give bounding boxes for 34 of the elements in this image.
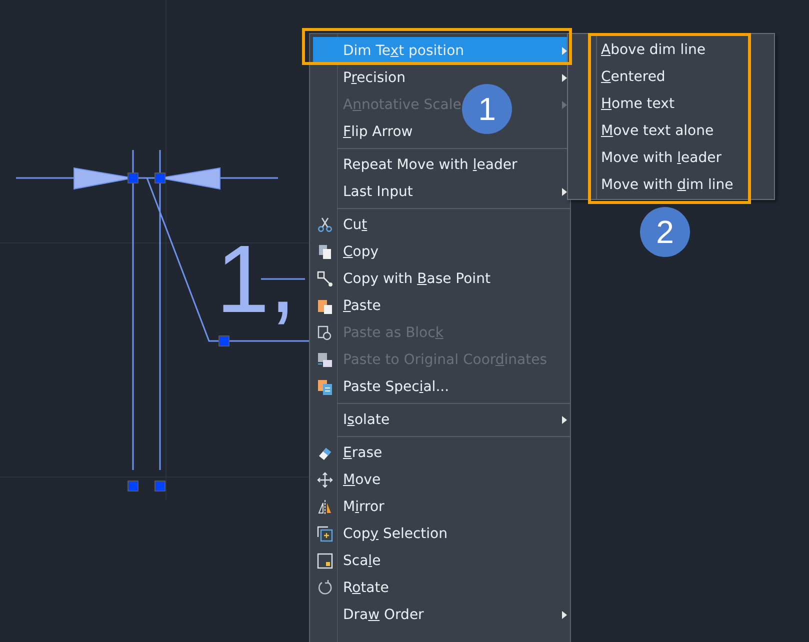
menu-item[interactable]: Move with leader bbox=[568, 144, 774, 171]
scale-icon bbox=[317, 552, 333, 568]
menu-item[interactable]: Mirror bbox=[313, 493, 570, 520]
copy-selection-icon bbox=[317, 526, 333, 542]
clipboard-grid-icon bbox=[317, 352, 333, 368]
menu-item[interactable]: Repeat Move with leader bbox=[313, 151, 570, 178]
menu-item[interactable]: Centered bbox=[568, 63, 774, 90]
clipboard-icon bbox=[317, 298, 333, 314]
menu-item[interactable]: Home text bbox=[568, 90, 774, 117]
menu-item[interactable]: Erase bbox=[313, 439, 570, 466]
menu-item[interactable]: Copy with Base Point bbox=[313, 265, 570, 292]
move-icon bbox=[317, 472, 333, 488]
menu-item[interactable]: Copy bbox=[313, 238, 570, 265]
menu-item[interactable]: Cut bbox=[313, 211, 570, 238]
paste-special-icon bbox=[317, 378, 333, 394]
dimension-text: 1, bbox=[216, 232, 296, 328]
menu-item[interactable]: Scale bbox=[313, 547, 570, 574]
step-number-tooltip: 2 bbox=[640, 207, 690, 257]
menu-item[interactable]: Last Input bbox=[313, 178, 570, 205]
clipboard-block-icon bbox=[317, 324, 333, 340]
menu-item[interactable]: Paste Special... bbox=[313, 373, 570, 400]
rotate-icon bbox=[317, 580, 333, 596]
menu-item[interactable]: Isolate bbox=[313, 406, 570, 433]
menu-item[interactable]: Draw Order bbox=[313, 601, 570, 628]
menu-item[interactable]: Move with dim line bbox=[568, 171, 774, 198]
menu-item[interactable]: Move text alone bbox=[568, 117, 774, 144]
base-point-icon bbox=[317, 270, 333, 286]
scissors-icon bbox=[317, 216, 333, 232]
mirror-icon bbox=[317, 498, 333, 514]
menu-item[interactable]: Rotate bbox=[313, 574, 570, 601]
menu-item[interactable]: Paste bbox=[313, 292, 570, 319]
menu-item[interactable]: Copy Selection bbox=[313, 520, 570, 547]
menu-item[interactable]: Move bbox=[313, 466, 570, 493]
copy-icon bbox=[317, 244, 333, 260]
